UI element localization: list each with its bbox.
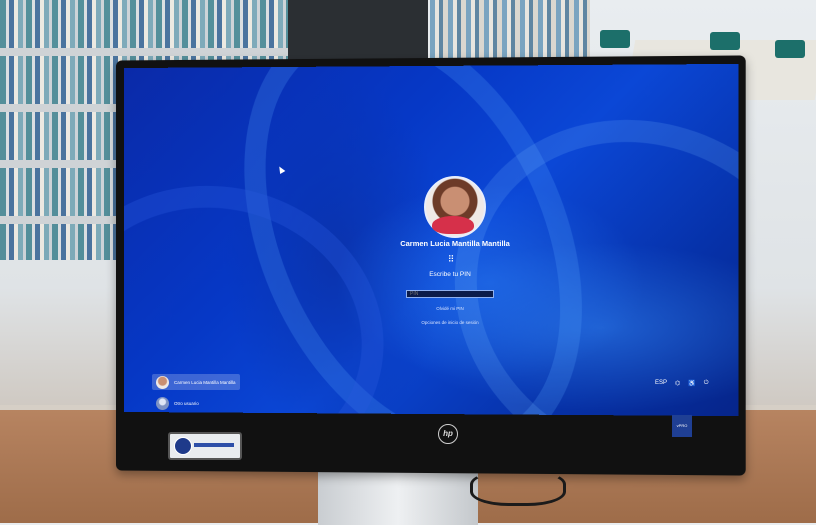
user-item-carmen[interactable]: Carmen Lucia Mantilla Mantilla [152, 374, 240, 390]
chair [600, 30, 630, 48]
user-list: Carmen Lucia Mantilla Mantilla Otro usua… [152, 374, 240, 416]
user-name: Carmen Lucia Mantilla Mantilla [400, 239, 510, 248]
asset-sticker [168, 432, 242, 460]
generic-user-icon [156, 396, 169, 410]
sticker-seal-icon [174, 437, 192, 455]
user-item-label: Otro usuario [174, 400, 199, 406]
language-icon[interactable]: ESP [655, 380, 667, 387]
chair [775, 40, 805, 58]
system-tray: ESP ⌬ ♿ ⏻ [655, 380, 709, 387]
avatar-shirt [432, 216, 474, 234]
user-avatar-small-icon [156, 375, 169, 389]
hp-logo: hp [438, 424, 458, 444]
pin-input[interactable] [406, 290, 494, 298]
vpro-badge: vPRO [672, 415, 692, 437]
sticker-bar [194, 443, 234, 447]
user-item-label: Carmen Lucia Mantilla Mantilla [174, 379, 236, 385]
chair [710, 32, 740, 50]
keypad-icon: ⠿ [447, 254, 455, 264]
cable [470, 470, 566, 506]
accessibility-icon[interactable]: ♿ [688, 380, 695, 387]
user-item-other[interactable]: Otro usuario [152, 395, 240, 411]
pin-title: Escribe tu PIN [429, 271, 471, 278]
forgot-pin-link[interactable]: Olvidé mi PIN [410, 306, 490, 311]
sign-in-options-link[interactable]: Opciones de inicio de sesión [390, 320, 510, 325]
network-icon[interactable]: ⌬ [675, 380, 680, 387]
power-icon[interactable]: ⏻ [704, 380, 709, 387]
